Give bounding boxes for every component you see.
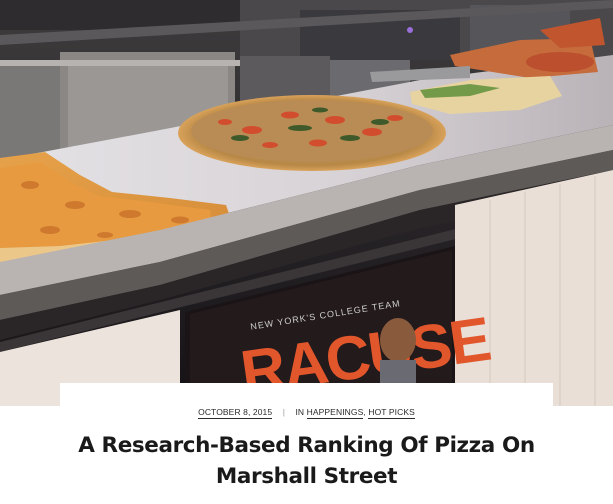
post-title[interactable]: A Research-Based Ranking Of Pizza On Mar… (60, 430, 553, 492)
featured-image[interactable]: RACUSE NEW YORK'S COLLEGE TEAM (0, 0, 613, 406)
post-meta: OCTOBER 8, 2015 | IN HAPPENINGS, HOT PIC… (60, 407, 553, 419)
post-date-link[interactable]: OCTOBER 8, 2015 (198, 407, 273, 419)
pizza-counter-photo: RACUSE NEW YORK'S COLLEGE TEAM (0, 0, 613, 406)
post-title-line-2: Marshall Street (215, 464, 398, 489)
post-title-line-1: A Research-Based Ranking Of Pizza On (78, 433, 535, 458)
category-link-happenings[interactable]: HAPPENINGS (306, 407, 364, 419)
meta-separator: | (282, 407, 285, 417)
category-link-hot-picks[interactable]: HOT PICKS (368, 407, 415, 419)
category-prefix: IN (295, 407, 307, 417)
post-header-card: OCTOBER 8, 2015 | IN HAPPENINGS, HOT PIC… (60, 383, 553, 504)
